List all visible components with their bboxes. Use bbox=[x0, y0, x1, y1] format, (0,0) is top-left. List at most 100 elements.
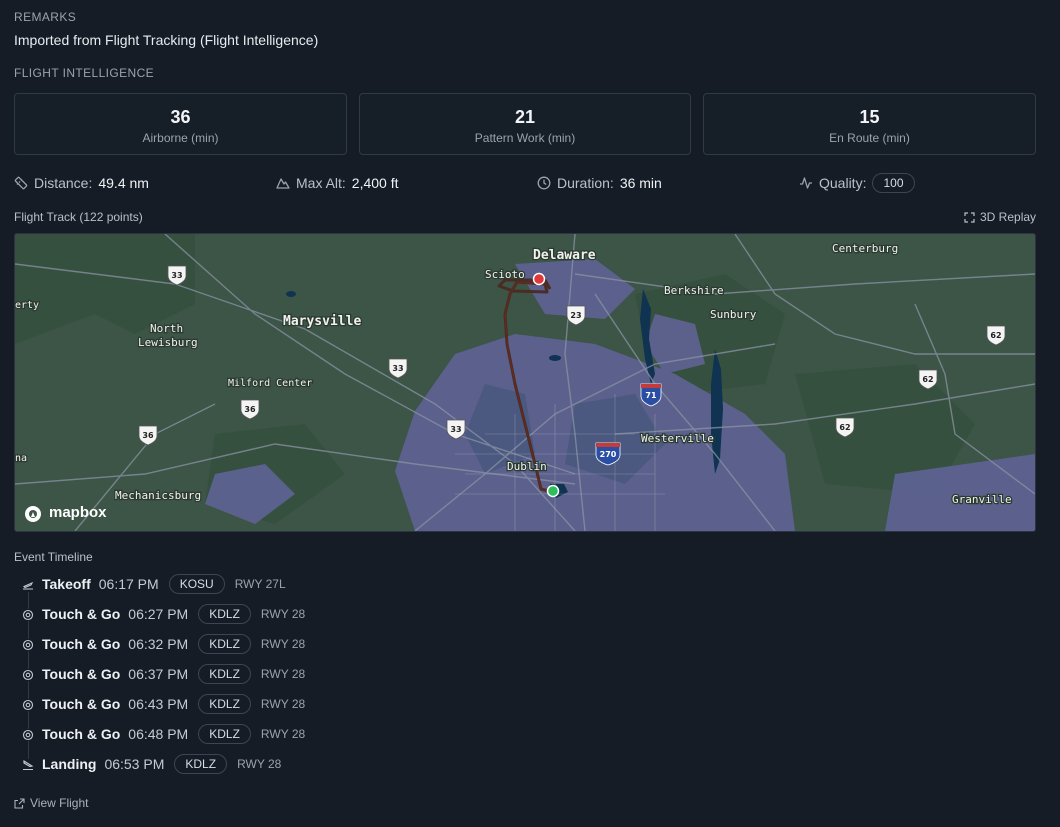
svg-text:33: 33 bbox=[171, 271, 182, 280]
svg-text:36: 36 bbox=[142, 431, 154, 440]
runway-label: RWY 28 bbox=[260, 697, 306, 711]
airport-badge: KDLZ bbox=[198, 724, 251, 744]
svg-text:Milford Center: Milford Center bbox=[228, 378, 312, 389]
runway-label: RWY 27L bbox=[234, 577, 286, 591]
remarks-heading: REMARKS bbox=[14, 10, 77, 24]
takeoff-icon bbox=[22, 578, 34, 591]
svg-text:na: na bbox=[15, 453, 27, 464]
event-time: 06:43 PM bbox=[128, 696, 189, 712]
svg-text:Marysville: Marysville bbox=[283, 314, 361, 329]
svg-text:33: 33 bbox=[392, 364, 403, 373]
svg-text:33: 33 bbox=[450, 425, 461, 434]
airport-badge: KDLZ bbox=[198, 694, 251, 714]
metric-quality: Quality: 100 bbox=[799, 173, 915, 193]
activity-icon bbox=[799, 176, 813, 190]
airport-badge: KDLZ bbox=[198, 634, 251, 654]
runway-label: RWY 28 bbox=[260, 637, 306, 651]
view-flight-label: View Flight bbox=[30, 796, 89, 810]
stat-label: Pattern Work (min) bbox=[474, 131, 576, 145]
expand-icon bbox=[964, 211, 975, 223]
stat-card-en-route: 15 En Route (min) bbox=[703, 93, 1036, 155]
event-time: 06:27 PM bbox=[128, 606, 189, 622]
airport-badge: KDLZ bbox=[174, 754, 228, 774]
event-time: 06:32 PM bbox=[128, 636, 189, 652]
metric-value: 2,400 ft bbox=[351, 175, 399, 191]
metric-max-alt: Max Alt: 2,400 ft bbox=[276, 173, 399, 193]
event-time: 06:53 PM bbox=[104, 756, 165, 772]
svg-text:North: North bbox=[150, 322, 183, 335]
runway-label: RWY 28 bbox=[260, 727, 306, 741]
3d-replay-button[interactable]: 3D Replay bbox=[964, 210, 1036, 224]
stat-card-airborne: 36 Airborne (min) bbox=[14, 93, 347, 155]
svg-text:36: 36 bbox=[244, 405, 256, 414]
airport-badge: KDLZ bbox=[198, 604, 251, 624]
svg-text:Granville: Granville bbox=[952, 493, 1012, 506]
event-time: 06:17 PM bbox=[98, 576, 159, 592]
quality-badge: 100 bbox=[872, 173, 915, 193]
view-flight-link[interactable]: View Flight bbox=[14, 796, 88, 810]
target-icon bbox=[22, 638, 34, 651]
target-icon bbox=[22, 668, 34, 681]
metric-label: Quality: bbox=[819, 175, 867, 191]
target-icon bbox=[22, 698, 34, 711]
event-type: Touch & Go bbox=[42, 606, 121, 622]
metric-label: Distance: bbox=[34, 175, 93, 191]
timeline-event-touch-and-go: Touch & Go 06:27 PM KDLZ RWY 28 bbox=[22, 603, 305, 625]
timeline-event-landing: Landing 06:53 PM KDLZ RWY 28 bbox=[22, 753, 281, 775]
target-icon bbox=[22, 728, 34, 741]
event-time: 06:37 PM bbox=[128, 666, 189, 682]
svg-text:62: 62 bbox=[922, 375, 933, 384]
clock-icon bbox=[537, 176, 551, 190]
svg-text:Sunbury: Sunbury bbox=[710, 308, 757, 321]
event-type: Touch & Go bbox=[42, 636, 121, 652]
mapbox-attribution[interactable]: mapbox bbox=[49, 504, 107, 521]
airport-badge: KOSU bbox=[168, 574, 225, 594]
mountain-icon bbox=[276, 176, 290, 190]
stat-value: 15 bbox=[859, 107, 880, 127]
stat-card-pattern-work: 21 Pattern Work (min) bbox=[359, 93, 691, 155]
event-type: Touch & Go bbox=[42, 696, 121, 712]
metric-label: Max Alt: bbox=[296, 175, 346, 191]
3d-replay-label: 3D Replay bbox=[980, 210, 1037, 224]
metric-duration: Duration: 36 min bbox=[537, 173, 662, 193]
flight-intelligence-heading: FLIGHT INTELLIGENCE bbox=[14, 66, 155, 80]
svg-text:Mechanicsburg: Mechanicsburg bbox=[115, 489, 201, 502]
svg-text:Westerville: Westerville bbox=[641, 432, 714, 445]
event-time: 06:48 PM bbox=[128, 726, 189, 742]
svg-text:62: 62 bbox=[990, 331, 1001, 340]
metric-distance: Distance: 49.4 nm bbox=[14, 173, 149, 193]
svg-text:Delaware: Delaware bbox=[533, 248, 596, 263]
ruler-icon bbox=[14, 176, 28, 190]
external-link-icon bbox=[14, 797, 25, 809]
timeline-event-touch-and-go: Touch & Go 06:32 PM KDLZ RWY 28 bbox=[22, 633, 305, 655]
stat-label: Airborne (min) bbox=[142, 131, 219, 145]
svg-text:Dublin: Dublin bbox=[507, 460, 547, 473]
metric-value: 49.4 nm bbox=[98, 175, 149, 191]
runway-label: RWY 28 bbox=[237, 757, 282, 771]
svg-text:erty: erty bbox=[15, 300, 39, 311]
target-icon bbox=[22, 608, 34, 621]
stat-label: En Route (min) bbox=[829, 131, 910, 145]
event-timeline-heading: Event Timeline bbox=[14, 550, 93, 564]
svg-text:Berkshire: Berkshire bbox=[664, 284, 724, 297]
svg-text:Lewisburg: Lewisburg bbox=[138, 336, 198, 349]
event-type: Landing bbox=[42, 756, 97, 772]
svg-text:Scioto: Scioto bbox=[485, 268, 525, 281]
event-type: Takeoff bbox=[42, 576, 91, 592]
svg-text:23: 23 bbox=[570, 311, 581, 320]
event-type: Touch & Go bbox=[42, 726, 121, 742]
stat-value: 36 bbox=[170, 107, 191, 127]
flight-track-map[interactable]: 33 33 33 23 36 36 71 270 62 62 62 Delawa… bbox=[14, 233, 1036, 532]
event-type: Touch & Go bbox=[42, 666, 121, 682]
timeline-event-takeoff: Takeoff 06:17 PM KOSU RWY 27L bbox=[22, 573, 286, 595]
runway-label: RWY 28 bbox=[260, 607, 306, 621]
remarks-text: Imported from Flight Tracking (Flight In… bbox=[14, 32, 319, 48]
metric-label: Duration: bbox=[557, 175, 614, 191]
timeline-event-touch-and-go: Touch & Go 06:48 PM KDLZ RWY 28 bbox=[22, 723, 305, 745]
timeline-event-touch-and-go: Touch & Go 06:43 PM KDLZ RWY 28 bbox=[22, 693, 305, 715]
flight-track-title: Flight Track (122 points) bbox=[14, 210, 143, 224]
svg-text:270: 270 bbox=[600, 450, 617, 459]
runway-label: RWY 28 bbox=[260, 667, 306, 681]
stat-value: 21 bbox=[514, 107, 536, 127]
metric-value: 36 min bbox=[619, 175, 662, 191]
